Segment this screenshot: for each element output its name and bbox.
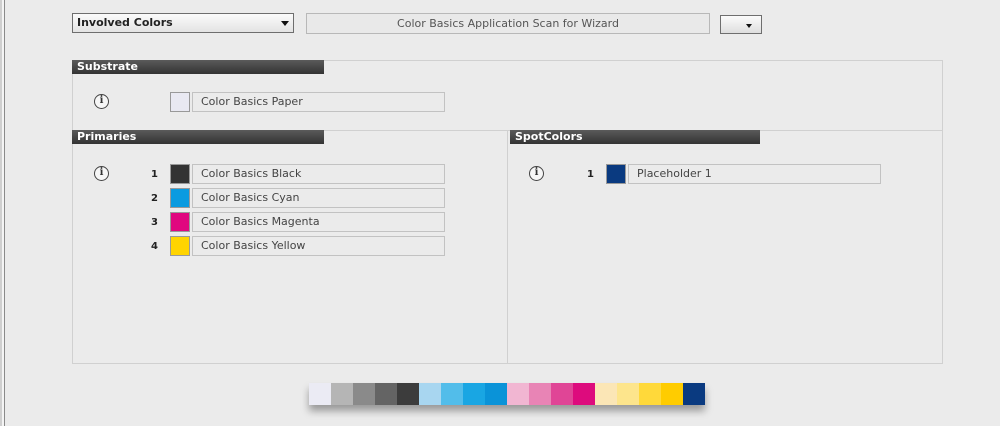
color-strip-chip bbox=[309, 383, 331, 405]
color-strip-chip bbox=[331, 383, 353, 405]
spotcolor-swatch[interactable] bbox=[606, 164, 626, 184]
substrate-swatch[interactable] bbox=[170, 92, 190, 112]
spotcolor-name-field[interactable]: Placeholder 1 bbox=[628, 164, 881, 184]
involved-colors-dropdown[interactable]: Involved Colors bbox=[72, 13, 294, 33]
spotcolor-index: 1 bbox=[587, 169, 594, 180]
color-strip-chip bbox=[551, 383, 573, 405]
color-strip-chip bbox=[683, 383, 705, 405]
color-strip-chip bbox=[397, 383, 419, 405]
application-title-field: Color Basics Application Scan for Wizard bbox=[306, 13, 710, 34]
primaries-heading: Primaries bbox=[72, 130, 324, 144]
color-strip-chip bbox=[573, 383, 595, 405]
primary-swatch[interactable] bbox=[170, 188, 190, 208]
primary-name-field[interactable]: Color Basics Black bbox=[192, 164, 445, 184]
options-dropdown[interactable] bbox=[720, 15, 762, 34]
window-left-border bbox=[0, 0, 8, 426]
color-strip-chip bbox=[375, 383, 397, 405]
primary-index: 1 bbox=[151, 169, 158, 180]
primaries-info-icon[interactable]: i bbox=[94, 166, 109, 181]
primary-index: 4 bbox=[151, 241, 158, 252]
primary-name-field[interactable]: Color Basics Cyan bbox=[192, 188, 445, 208]
color-strip bbox=[309, 383, 705, 405]
substrate-heading: Substrate bbox=[72, 60, 324, 74]
color-strip-chip bbox=[485, 383, 507, 405]
primary-swatch[interactable] bbox=[170, 164, 190, 184]
color-strip-chip bbox=[463, 383, 485, 405]
color-strip-chip bbox=[639, 383, 661, 405]
primary-index: 2 bbox=[151, 193, 158, 204]
dropdown-label: Involved Colors bbox=[77, 16, 173, 29]
spotcolors-info-icon[interactable]: i bbox=[529, 166, 544, 181]
color-strip-chip bbox=[595, 383, 617, 405]
color-strip-chip bbox=[507, 383, 529, 405]
color-strip-chip bbox=[419, 383, 441, 405]
primary-index: 3 bbox=[151, 217, 158, 228]
color-strip-chip bbox=[441, 383, 463, 405]
primary-name-field[interactable]: Color Basics Yellow bbox=[192, 236, 445, 256]
primary-swatch[interactable] bbox=[170, 236, 190, 256]
color-strip-chip bbox=[353, 383, 375, 405]
substrate-info-icon[interactable]: i bbox=[94, 94, 109, 109]
primary-name-field[interactable]: Color Basics Magenta bbox=[192, 212, 445, 232]
chevron-down-icon bbox=[281, 21, 289, 26]
substrate-name-field[interactable]: Color Basics Paper bbox=[192, 92, 445, 112]
color-strip-chip bbox=[661, 383, 683, 405]
color-strip-chip bbox=[529, 383, 551, 405]
spotcolors-heading: SpotColors bbox=[510, 130, 760, 144]
chevron-down-icon bbox=[746, 24, 752, 28]
primary-swatch[interactable] bbox=[170, 212, 190, 232]
color-strip-chip bbox=[617, 383, 639, 405]
colors-divider bbox=[507, 130, 508, 364]
